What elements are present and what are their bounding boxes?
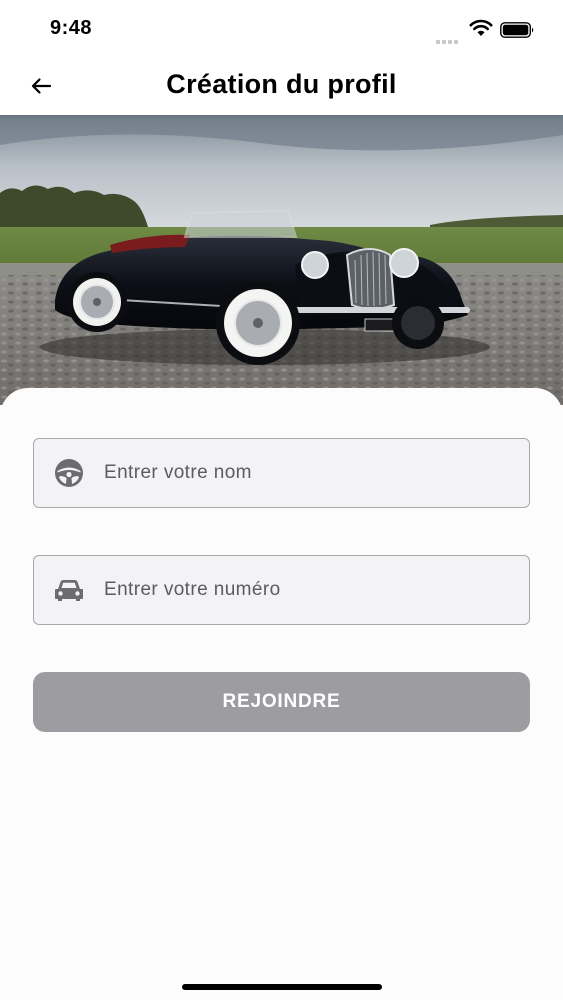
page-title: Création du profil bbox=[166, 69, 397, 99]
name-field[interactable]: Entrer votre nom bbox=[33, 438, 530, 508]
form-card: Entrer votre nom Entrer votre numéro REJ… bbox=[0, 388, 563, 1000]
hero-car-image bbox=[0, 115, 563, 405]
steering-wheel-icon bbox=[34, 438, 104, 508]
phone-placeholder: Entrer votre numéro bbox=[104, 579, 281, 600]
profile-creation-screen: 9:48 Création du profil Entrer votre nom… bbox=[0, 0, 563, 1000]
name-placeholder: Entrer votre nom bbox=[104, 462, 252, 483]
wifi-icon bbox=[469, 19, 493, 36]
car-icon bbox=[34, 555, 104, 625]
signal-icon bbox=[436, 31, 460, 49]
join-button[interactable]: REJOINDRE bbox=[33, 672, 530, 732]
home-indicator[interactable] bbox=[182, 984, 382, 990]
battery-icon bbox=[500, 22, 534, 38]
phone-field[interactable]: Entrer votre numéro bbox=[33, 555, 530, 625]
app-header: Création du profil bbox=[0, 58, 563, 115]
status-bar: 9:48 bbox=[0, 0, 563, 58]
status-time: 9:48 bbox=[50, 17, 93, 39]
